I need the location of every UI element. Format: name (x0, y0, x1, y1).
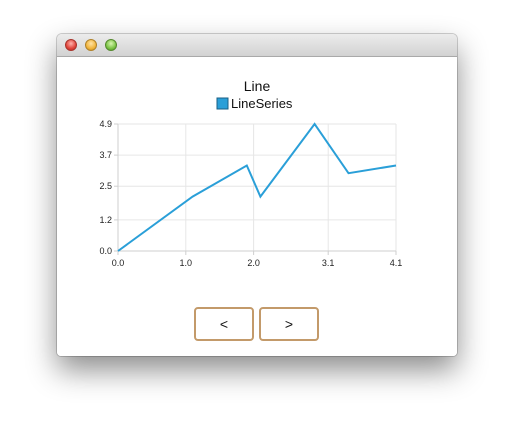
zoom-window-button[interactable] (105, 39, 117, 51)
close-window-button[interactable] (65, 39, 77, 51)
x-tick-label: 0.0 (112, 258, 125, 268)
app-window: Line LineSeries 0.0 1.0 2.0 3.1 4.1 0.0 1.2 2.5… (57, 34, 457, 356)
previous-button[interactable]: < (194, 307, 254, 341)
y-tick-label: 1.2 (99, 215, 112, 225)
x-tick-label: 1.0 (180, 258, 193, 268)
line-chart: Line LineSeries 0.0 1.0 2.0 3.1 4.1 0.0 1.2 2.5… (99, 78, 402, 268)
x-tick-label: 4.1 (390, 258, 403, 268)
legend-label: LineSeries (231, 96, 293, 111)
series-line-lineseries (117, 122, 397, 252)
x-tick-label: 2.0 (247, 258, 260, 268)
window-content: Line LineSeries 0.0 1.0 2.0 3.1 4.1 0.0 1.2 2.5… (57, 57, 457, 356)
chart-title: Line (244, 78, 271, 94)
y-tick-label: 2.5 (99, 181, 112, 191)
next-button[interactable]: > (259, 307, 319, 341)
chart-series (117, 122, 397, 252)
legend: LineSeries (216, 96, 293, 111)
x-tick-label: 3.1 (322, 258, 335, 268)
y-tick-label: 0.0 (99, 246, 112, 256)
chart-axes (114, 123, 397, 255)
title-bar (57, 34, 457, 57)
y-tick-label: 4.9 (99, 119, 112, 129)
legend-swatch (216, 97, 229, 110)
tick-labels: 0.0 1.0 2.0 3.1 4.1 0.0 1.2 2.5 3.7 4.9 (99, 119, 402, 268)
minimize-window-button[interactable] (85, 39, 97, 51)
y-tick-label: 3.7 (99, 150, 112, 160)
